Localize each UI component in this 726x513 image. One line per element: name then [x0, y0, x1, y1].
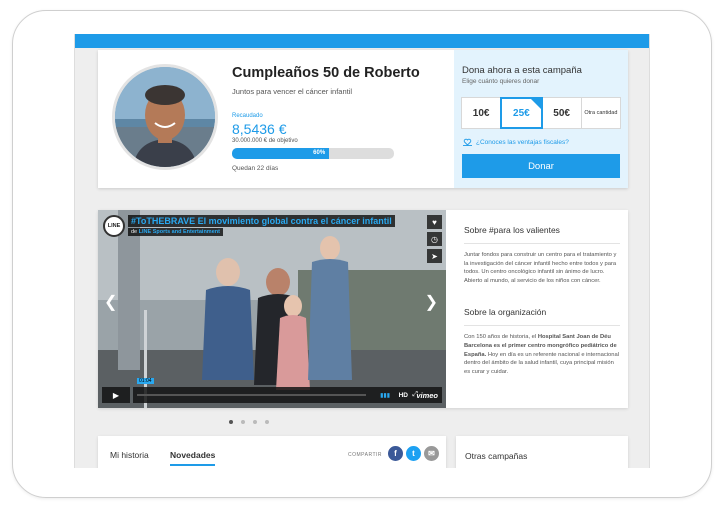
donate-button[interactable]: Donar [462, 154, 620, 178]
play-icon[interactable]: ▶ [102, 387, 130, 403]
video-player[interactable]: LINE #ToTHEBRAVE El movimiento global co… [98, 210, 446, 408]
carousel-dot-3[interactable] [253, 420, 257, 424]
story-tabs: Mi historia Novedades COMPARTIR f t ✉ [98, 436, 446, 468]
screen: Cumpleaños 50 de Roberto Juntos para ven… [74, 34, 650, 468]
prev-slide-icon[interactable]: ❮ [104, 292, 117, 312]
watch-later-icon[interactable]: ◷ [427, 232, 442, 246]
avatar-photo [115, 67, 215, 167]
hd-label[interactable]: HD [399, 392, 408, 399]
video-side-actions: ♥ ◷ ➤ [427, 215, 442, 263]
header-bar [75, 34, 649, 48]
amount-10-button[interactable]: 10€ [461, 97, 502, 129]
amount-50-button[interactable]: 50€ [541, 97, 582, 129]
other-campaigns-title: Otras campañas [465, 451, 528, 461]
next-slide-icon[interactable]: ❯ [425, 292, 438, 312]
share-icon[interactable]: ➤ [427, 249, 442, 263]
channel-logo: LINE [103, 215, 125, 237]
twitter-icon[interactable]: t [406, 446, 421, 461]
carousel-dot-4[interactable] [265, 420, 269, 424]
raised-label: Recaudado [232, 113, 263, 119]
video-channel: de LINE Sports and Entertainment [128, 228, 223, 236]
hand-heart-icon [463, 138, 472, 146]
about-panel: Sobre #para los valientes Juntar fondos … [456, 210, 628, 408]
video-controls: ▶ 01:04 ▮▮▮ HD ⤢ vimeo [102, 378, 442, 403]
amount-25-button[interactable]: 25€ [500, 97, 543, 129]
organization-text-start: Con 150 años de historia, el [464, 334, 537, 341]
other-amount-button[interactable]: Otra cantidad [580, 97, 621, 129]
like-icon[interactable]: ♥ [427, 215, 442, 229]
share-label: COMPARTIR [348, 452, 383, 458]
campaign-subtitle: Juntos para vencer el cáncer infantil [232, 87, 353, 96]
carousel-dot-1[interactable] [229, 420, 233, 424]
media-card: LINE #ToTHEBRAVE El movimiento global co… [98, 210, 628, 408]
raised-amount: 8,5436 € [232, 121, 287, 137]
donate-panel: Dona ahora a esta campaña Elige cuánto q… [454, 50, 628, 188]
channel-prefix: de [131, 229, 138, 235]
video-title[interactable]: #ToTHEBRAVE El movimiento global contra … [128, 215, 395, 227]
channel-link[interactable]: LINE Sports and Entertainment [139, 229, 220, 235]
other-campaigns-card: Otras campañas [456, 436, 628, 468]
video-track[interactable] [137, 394, 366, 396]
organization-text-end: Hoy en día es un referente nacional e in… [464, 351, 620, 375]
tab-history[interactable]: Mi historia [110, 450, 149, 460]
volume-icon[interactable]: ▮▮▮ [380, 392, 390, 399]
progress-fill: 60% [232, 148, 330, 159]
days-left: Quedan 22 días [232, 165, 279, 172]
video-progress[interactable]: 01:04 ▮▮▮ HD ⤢ vimeo [133, 378, 442, 403]
campaign-card: Cumpleaños 50 de Roberto Juntos para ven… [98, 50, 628, 188]
carousel-dots [229, 420, 269, 424]
avatar [112, 64, 218, 170]
carousel-dot-2[interactable] [241, 420, 245, 424]
organization-text: Con 150 años de historia, el Hospital Sa… [464, 333, 620, 376]
donate-subtitle: Elige cuánto quieres donar [462, 78, 540, 85]
tax-benefits-label: ¿Conoces las ventajas fiscales? [476, 139, 569, 146]
vimeo-logo[interactable]: vimeo [416, 391, 438, 400]
page-title: Cumpleaños 50 de Roberto [232, 65, 420, 81]
cause-text: Juntar fondos para construir un centro p… [464, 252, 617, 284]
tax-benefits-link[interactable]: ¿Conoces las ventajas fiscales? [462, 138, 569, 147]
amount-options: 10€ 25€ 50€ Otra cantidad [461, 97, 621, 129]
donate-title: Dona ahora a esta campaña [462, 65, 582, 76]
organization-heading: Sobre la organización [464, 307, 620, 327]
video-time: 01:04 [137, 378, 154, 384]
cause-heading: Sobre #para los valientes [464, 225, 620, 244]
progress-bar: 60% [232, 148, 394, 159]
tab-news[interactable]: Novedades [170, 450, 216, 466]
facebook-icon[interactable]: f [388, 446, 403, 461]
mail-icon[interactable]: ✉ [424, 446, 439, 461]
goal-amount: 30.000.000 € de objetivo [232, 138, 298, 144]
